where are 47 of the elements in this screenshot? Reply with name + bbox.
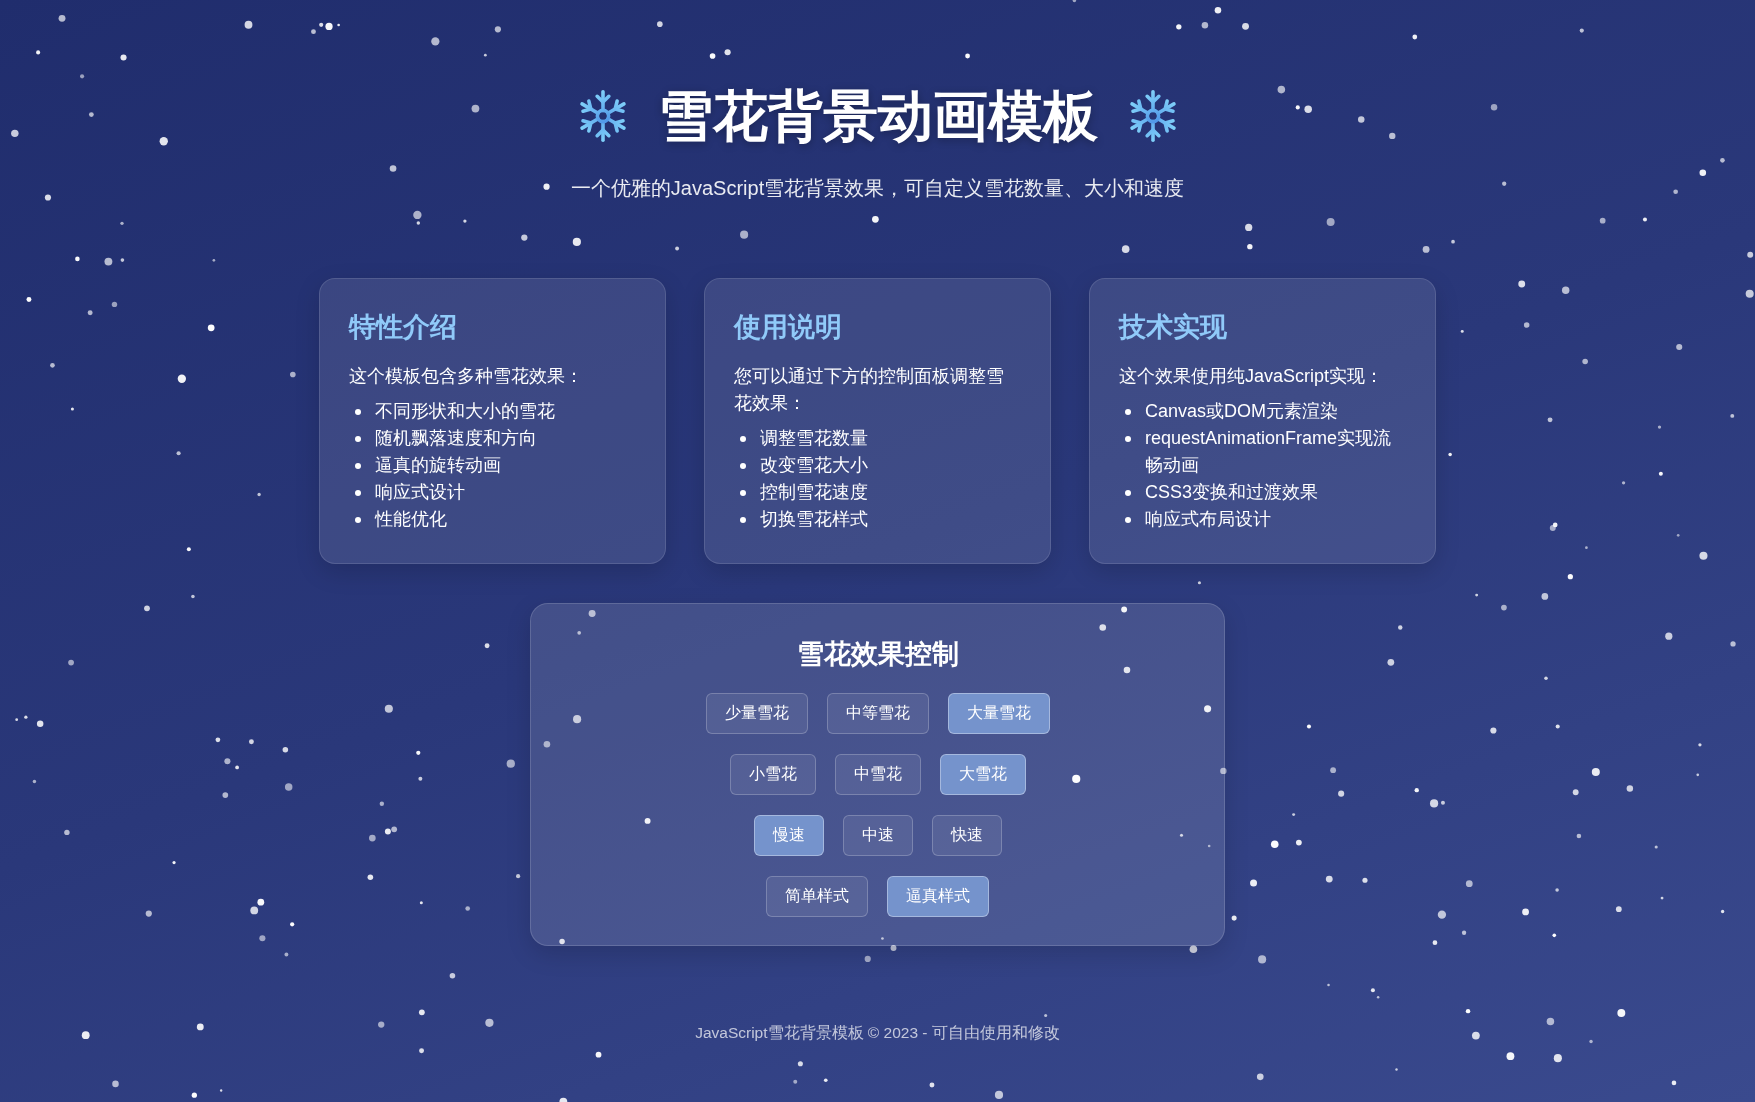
- footer-text: JavaScript雪花背景模板 © 2023 - 可自由使用和修改: [695, 1023, 1060, 1043]
- bullet-icon: [1125, 517, 1131, 523]
- bullet-icon: [1125, 490, 1131, 496]
- option-button[interactable]: 少量雪花: [705, 693, 808, 734]
- bullet-icon: [355, 517, 361, 523]
- list-item: 随机飘落速度和方向: [375, 427, 537, 450]
- list-item: Canvas或DOM元素渲染: [1145, 400, 1339, 423]
- card-title: 技术实现: [1119, 311, 1228, 344]
- option-button[interactable]: 简单样式: [766, 876, 868, 917]
- card-intro: 您可以通过下方的控制面板调整雪花效果：: [734, 365, 1005, 415]
- list-item: 响应式设计: [375, 481, 465, 504]
- card-intro: 这个效果使用纯JavaScript实现：: [1119, 365, 1385, 388]
- option-button[interactable]: 中速: [842, 815, 913, 856]
- list-item: 响应式布局设计: [1145, 508, 1271, 531]
- bullet-icon: [740, 436, 746, 442]
- option-button[interactable]: 小雪花: [729, 754, 816, 795]
- bullet-icon: [740, 517, 746, 523]
- bullet-icon: [355, 463, 361, 469]
- list-item: 调整雪花数量: [760, 427, 868, 450]
- page-title: 雪花背景动画模板: [657, 84, 1098, 149]
- bullet-icon: [355, 436, 361, 442]
- option-button[interactable]: 中雪花: [834, 754, 921, 795]
- option-button[interactable]: 中等雪花: [826, 693, 929, 734]
- option-button[interactable]: 逼真样式: [887, 876, 989, 917]
- list-item: requestAnimationFrame实现流畅动画: [1145, 427, 1393, 477]
- bullet-icon: [1125, 409, 1131, 415]
- bullet-icon: [355, 409, 361, 415]
- option-button[interactable]: 大量雪花: [947, 693, 1050, 734]
- card-title: 特性介绍: [349, 311, 458, 344]
- list-item: 改变雪花大小: [760, 454, 868, 477]
- list-item: 不同形状和大小的雪花: [375, 400, 555, 423]
- option-button[interactable]: 大雪花: [939, 754, 1026, 795]
- bullet-icon: [740, 463, 746, 469]
- bullet-icon: [355, 490, 361, 496]
- list-item: 切换雪花样式: [760, 508, 868, 531]
- card-title: 使用说明: [734, 311, 843, 344]
- option-button[interactable]: 慢速: [753, 815, 824, 856]
- list-item: 控制雪花速度: [760, 481, 868, 504]
- option-button[interactable]: 快速: [931, 815, 1002, 856]
- card-intro: 这个模板包含多种雪花效果：: [349, 365, 584, 388]
- list-item: 逼真的旋转动画: [375, 454, 501, 477]
- page-subtitle: 一个优雅的JavaScript雪花背景效果，可自定义雪花数量、大小和速度: [570, 176, 1185, 201]
- bullet-icon: [740, 490, 746, 496]
- list-item: 性能优化: [375, 508, 447, 531]
- panel-title: 雪花效果控制: [796, 638, 959, 671]
- bullet-icon: [1125, 436, 1131, 442]
- list-item: CSS3变换和过渡效果: [1145, 481, 1319, 504]
